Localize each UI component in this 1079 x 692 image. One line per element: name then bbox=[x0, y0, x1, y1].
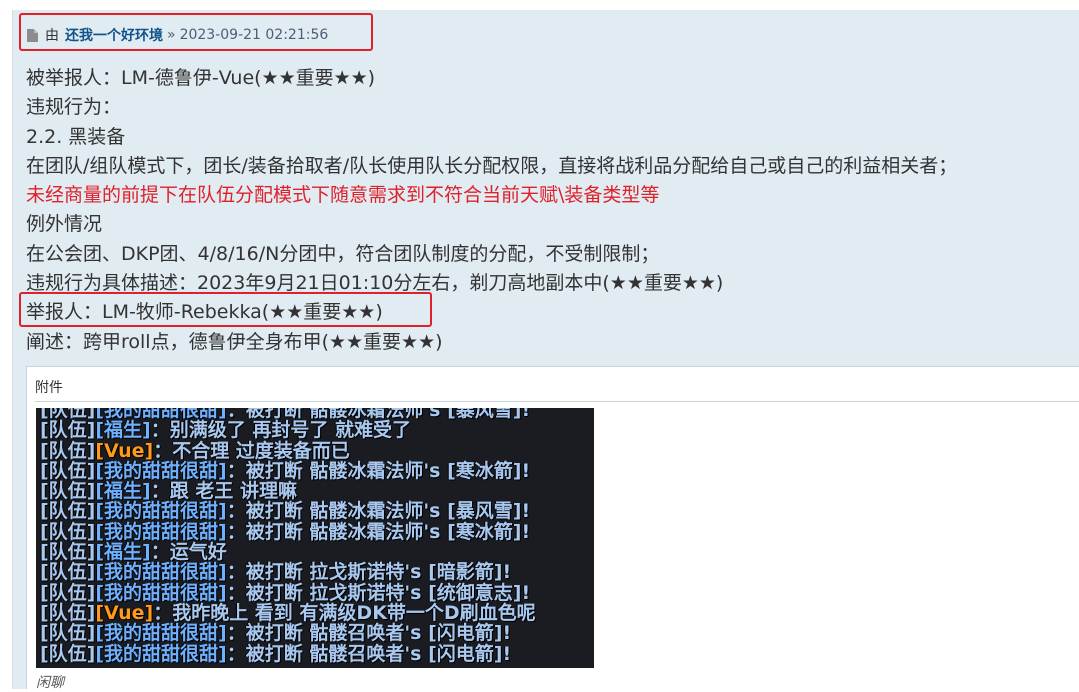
post-container: 由 还我一个好环境 » 2023-09-21 02:21:56 被举报人：LM-… bbox=[12, 10, 1079, 691]
chat-speaker: [我的甜甜很甜] bbox=[95, 642, 227, 665]
chat-message: ：我昨晚上 看到 有满级DK带一个D刷血色呢 bbox=[153, 601, 536, 624]
violation-highlight-line: 未经商量的前提下在队伍分配模式下随意需求到不符合当前天赋\装备类型等 bbox=[26, 184, 660, 207]
chat-channel: [队伍] bbox=[40, 601, 96, 624]
chat-message: ：别满级了 再封号了 就难受了 bbox=[150, 419, 411, 442]
reporter-line: 举报人：LM-牧师-Rebekka(★★重要★★) bbox=[26, 301, 383, 324]
chat-channel: [队伍] bbox=[40, 500, 96, 523]
chat-message: ：运气好 bbox=[150, 541, 227, 564]
post-datetime: 2023-09-21 02:21:56 bbox=[179, 27, 329, 43]
chat-speaker: [我的甜甜很甜] bbox=[95, 520, 227, 543]
post-author-link[interactable]: 还我一个好环境 bbox=[65, 25, 163, 45]
chat-channel: [队伍] bbox=[40, 541, 96, 564]
chat-message: ：不合理 过度装备而已 bbox=[153, 439, 350, 462]
incident-desc-line: 违规行为具体描述：2023年9月21日01:10分左右，剃刀高地副本中(★★重要… bbox=[26, 272, 724, 295]
chat-speaker: [福生] bbox=[95, 480, 151, 503]
post-body: 被举报人：LM-德鲁伊-Vue(★★重要★★) 违规行为： 2.2. 黑装备 在… bbox=[26, 64, 1076, 357]
post-author-row: 由 还我一个好环境 » 2023-09-21 02:21:56 bbox=[26, 24, 328, 46]
attachment-box: 附件 [队伍][我的甜甜很甜]：被打断 骷髅冰霜法师's [暴风雪]! [队伍][… bbox=[26, 366, 1079, 691]
chat-line: [队伍][Vue]：我昨晚上 看到 有满级DK带一个D刷血色呢 bbox=[36, 603, 594, 623]
chat-line: [队伍][我的甜甜很甜]：被打断 拉戈斯诺特's [统御意志]! bbox=[36, 583, 594, 603]
chat-channel: [队伍] bbox=[40, 439, 96, 462]
chat-speaker: [Vue] bbox=[95, 601, 154, 624]
game-chat-screenshot[interactable]: [队伍][我的甜甜很甜]：被打断 骷髅冰霜法师's [暴风雪]! [队伍][福生]… bbox=[36, 408, 594, 668]
chat-line: [队伍][我的甜甜很甜]：被打断 骷髅召唤者's [闪电箭]! bbox=[36, 642, 594, 665]
chat-speaker: [我的甜甜很甜] bbox=[95, 459, 227, 482]
chat-channel: [队伍] bbox=[40, 581, 96, 604]
chat-channel: [队伍] bbox=[40, 642, 96, 665]
document-icon bbox=[27, 28, 38, 42]
chat-speaker: [我的甜甜很甜] bbox=[95, 581, 227, 604]
chat-channel: [队伍] bbox=[40, 419, 96, 442]
chat-speaker: [我的甜甜很甜] bbox=[95, 500, 227, 523]
chat-message: ：跟 老王 讲理嘛 bbox=[150, 480, 297, 503]
chat-message: ：被打断 骷髅冰霜法师's [暴风雪]! bbox=[226, 500, 531, 523]
chat-speaker: [福生] bbox=[95, 541, 151, 564]
chat-speaker: [我的甜甜很甜] bbox=[95, 622, 227, 645]
chat-message: ：被打断 骷髅召唤者's [闪电箭]! bbox=[226, 642, 512, 665]
chat-line: [队伍][我的甜甜很甜]：被打断 骷髅冰霜法师's [暴风雪]! bbox=[36, 501, 594, 521]
chat-channel: [队伍] bbox=[40, 622, 96, 645]
attachment-title: 附件 bbox=[35, 380, 63, 396]
exception-label-line: 例外情况 bbox=[26, 213, 103, 236]
chat-channel: [队伍] bbox=[40, 520, 96, 543]
statement-line: 阐述：跨甲roll点，德鲁伊全身布甲(★★重要★★) bbox=[26, 330, 443, 353]
attachment-divider bbox=[35, 401, 1079, 402]
attachment-caption: 闲聊 bbox=[36, 675, 64, 691]
violation-label-line: 违规行为： bbox=[26, 96, 122, 119]
chat-channel: [队伍] bbox=[40, 480, 96, 503]
by-label: 由 bbox=[45, 28, 59, 44]
chat-line: [队伍][Vue]：不合理 过度装备而已 bbox=[36, 439, 594, 462]
violation-desc-line: 在团队/组队模式下，团长/装备拾取者/队长使用队长分配权限，直接将战利品分配给自… bbox=[26, 154, 958, 177]
chat-message: ：被打断 骷髅冰霜法师's [寒冰箭]! bbox=[226, 459, 531, 482]
reported-person-line: 被举报人：LM-德鲁伊-Vue(★★重要★★) bbox=[26, 67, 376, 89]
chat-line: [队伍][福生]：跟 老王 讲理嘛 bbox=[36, 481, 594, 501]
chat-line: [队伍][我的甜甜很甜]：被打断 拉戈斯诺特's [暗影箭]! bbox=[36, 562, 594, 582]
violation-type-line: 2.2. 黑装备 bbox=[26, 125, 126, 148]
chat-line: [队伍][福生]：运气好 bbox=[36, 542, 594, 562]
chat-speaker: [Vue] bbox=[95, 439, 154, 462]
chat-line: [队伍][我的甜甜很甜]：被打断 骷髅冰霜法师's [寒冰箭]! bbox=[36, 522, 594, 542]
chat-channel: [队伍] bbox=[40, 561, 96, 584]
chat-line: [队伍][福生]：别满级了 再封号了 就难受了 bbox=[36, 420, 594, 440]
chat-line: [队伍][我的甜甜很甜]：被打断 骷髅召唤者's [闪电箭]! bbox=[36, 623, 594, 643]
chat-line: [队伍][我的甜甜很甜]：被打断 骷髅冰霜法师's [寒冰箭]! bbox=[36, 461, 594, 481]
chat-message: ：被打断 骷髅召唤者's [闪电箭]! bbox=[226, 622, 512, 645]
post-separator: » bbox=[167, 27, 176, 43]
chat-message: ：被打断 拉戈斯诺特's [统御意志]! bbox=[226, 581, 531, 604]
chat-channel: [队伍] bbox=[40, 459, 96, 482]
chat-message: ：被打断 骷髅冰霜法师's [寒冰箭]! bbox=[226, 520, 531, 543]
chat-speaker: [福生] bbox=[95, 419, 151, 442]
exception-desc-line: 在公会团、DKP团、4/8/16/N分团中，符合团队制度的分配，不受制限制； bbox=[26, 242, 660, 265]
chat-message: ：被打断 拉戈斯诺特's [暗影箭]! bbox=[226, 561, 512, 584]
chat-speaker: [我的甜甜很甜] bbox=[95, 561, 227, 584]
